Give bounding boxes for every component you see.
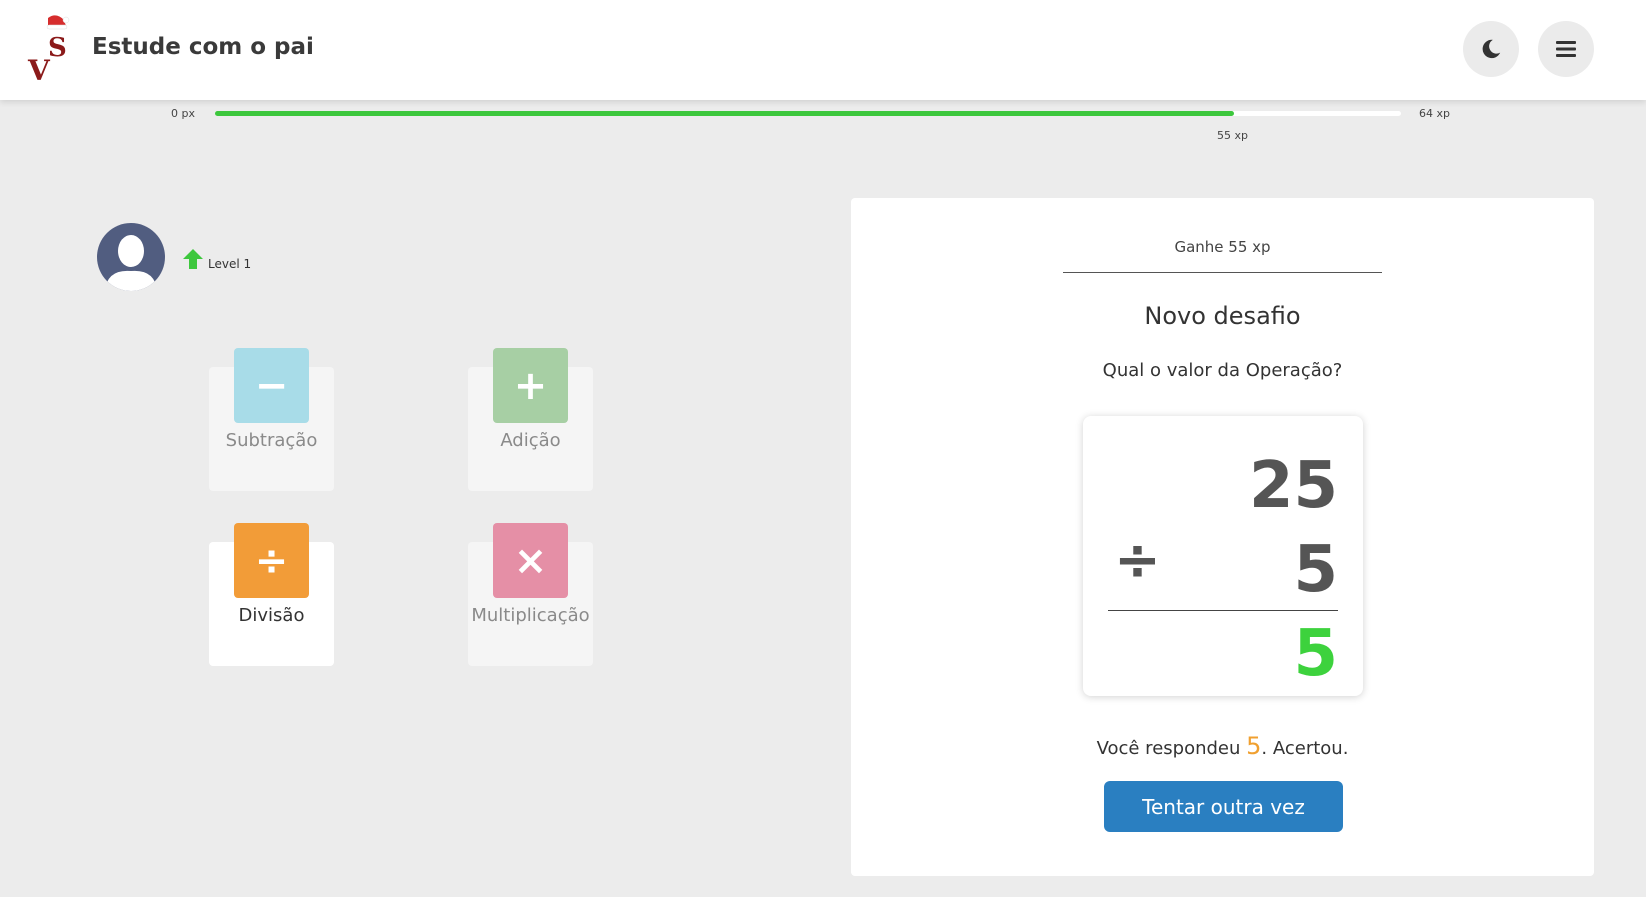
xp-progress-fill [215, 111, 1234, 116]
result-divider [1108, 610, 1338, 611]
answer-prefix: Você respondeu [1096, 738, 1241, 759]
xp-min-label: 0 px [171, 107, 195, 120]
challenge-panel: Ganhe 55 xp Novo desafio Qual o valor da… [851, 198, 1594, 876]
operand-a: 25 [1248, 449, 1338, 523]
svg-text:S: S [48, 33, 67, 63]
operation-box: 25 ÷ 5 5 [1083, 416, 1363, 696]
operation-label: Divisão [238, 605, 305, 626]
challenge-question: Qual o valor da Operação? [1102, 360, 1343, 381]
operand-b: 5 [1293, 533, 1338, 607]
user-silhouette-icon [105, 235, 157, 291]
arrow-up-icon [183, 249, 203, 269]
moon-icon [1482, 39, 1501, 59]
level-label: Level 1 [208, 257, 252, 271]
xp-current-label: 55 xp [1217, 129, 1248, 142]
divide-icon: ÷ [1114, 528, 1161, 593]
retry-button[interactable]: Tentar outra vez [1104, 781, 1343, 832]
multiply-icon: × [493, 523, 568, 598]
svg-text:V: V [27, 54, 51, 84]
menu-button[interactable] [1538, 21, 1594, 77]
operation-card-subtracao[interactable]: − Subtração [209, 348, 334, 491]
operation-card-multiplicacao[interactable]: × Multiplicação [468, 523, 593, 666]
answer-feedback: Você respondeu 5. Acertou. [851, 732, 1594, 760]
theme-toggle-button[interactable] [1463, 21, 1519, 77]
app-title: Estude com o pai [92, 34, 314, 60]
xp-progress-bar [215, 111, 1401, 116]
answer-value: 5 [1246, 732, 1262, 760]
plus-icon: + [493, 348, 568, 423]
earn-xp-text: Ganhe 55 xp [1174, 238, 1271, 256]
operation-card-divisao[interactable]: ÷ Divisão [209, 523, 334, 666]
challenge-title: Novo desafio [1144, 302, 1301, 330]
xp-max-label: 64 xp [1419, 107, 1450, 120]
hamburger-menu-icon [1556, 41, 1576, 57]
answer-suffix: . Acertou. [1261, 738, 1349, 759]
vs-logo-icon[interactable]: S V [26, 14, 76, 87]
operation-label: Subtração [225, 430, 318, 451]
operation-card-adicao[interactable]: + Adição [468, 348, 593, 491]
app-header: S V Estude com o pai [0, 0, 1646, 100]
divider [1063, 272, 1382, 273]
avatar[interactable] [97, 223, 165, 291]
operation-label: Adição [500, 430, 561, 451]
divide-icon: ÷ [234, 523, 309, 598]
minus-icon: − [234, 348, 309, 423]
operation-result: 5 [1293, 617, 1338, 691]
operation-label: Multiplicação [471, 605, 590, 626]
